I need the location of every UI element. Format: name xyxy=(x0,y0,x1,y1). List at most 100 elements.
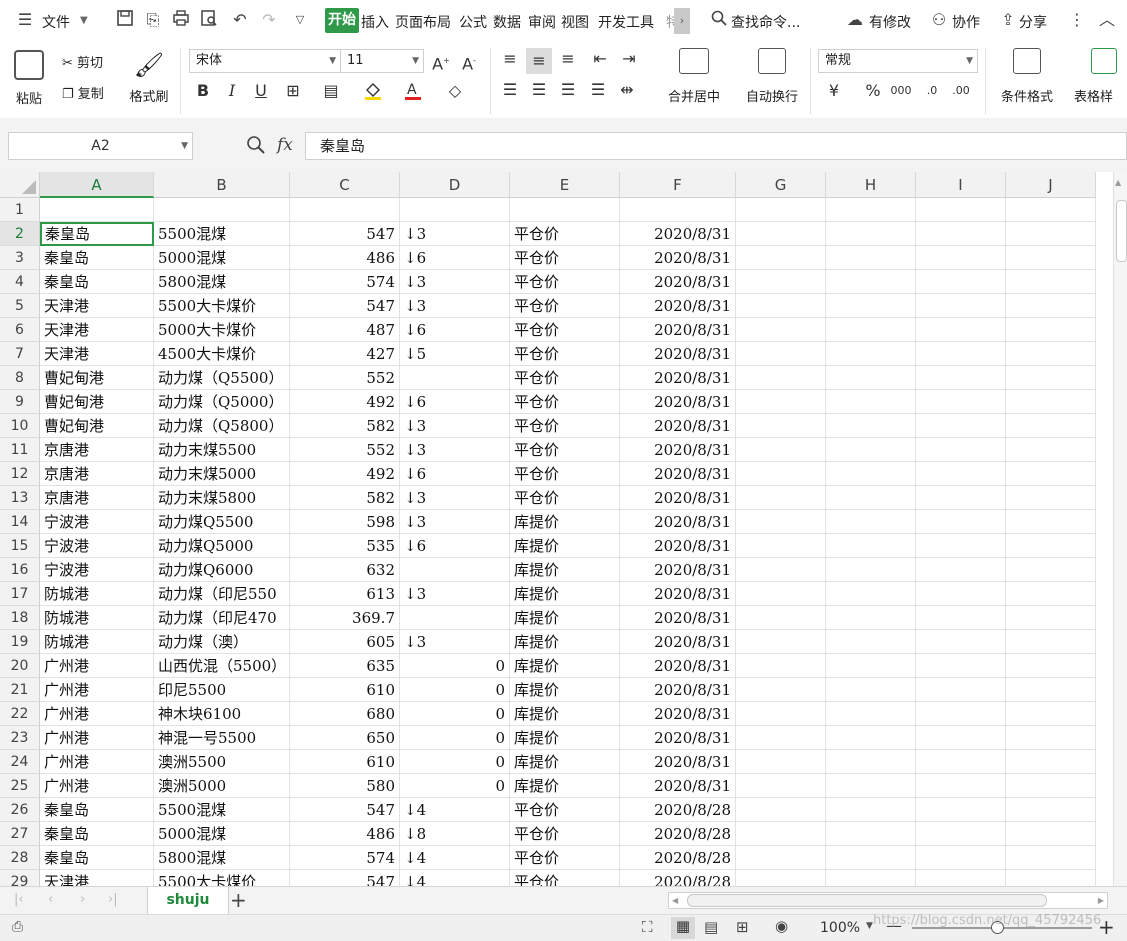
cell-d27[interactable]: ↓8 xyxy=(400,822,510,846)
cell-b29[interactable]: 5500大卡煤价 xyxy=(154,870,290,886)
cell-f8[interactable]: 2020/8/31 xyxy=(620,366,736,390)
cell-f20[interactable]: 2020/8/31 xyxy=(620,654,736,678)
cell-a16[interactable]: 宁波港 xyxy=(40,558,154,582)
cell-f3[interactable]: 2020/8/31 xyxy=(620,246,736,270)
cell-a4[interactable]: 秦皇岛 xyxy=(40,270,154,294)
scroll-left-icon[interactable]: ◀ xyxy=(672,893,678,908)
row-header-1[interactable]: 1 xyxy=(0,198,40,222)
cell-b1[interactable] xyxy=(154,198,290,222)
column-header-c[interactable]: C xyxy=(290,172,400,198)
cell-e27[interactable]: 平仓价 xyxy=(510,822,620,846)
cell-e13[interactable]: 平仓价 xyxy=(510,486,620,510)
cell-e9[interactable]: 平仓价 xyxy=(510,390,620,414)
cell-d21[interactable]: 0 xyxy=(400,678,510,702)
cell-d20[interactable]: 0 xyxy=(400,654,510,678)
cell-b23[interactable]: 神混一号5500 xyxy=(154,726,290,750)
cell-g8[interactable] xyxy=(736,366,826,390)
cell-i9[interactable] xyxy=(916,390,1006,414)
cell-i6[interactable] xyxy=(916,318,1006,342)
cell-e21[interactable]: 库提价 xyxy=(510,678,620,702)
cell-g11[interactable] xyxy=(736,438,826,462)
cell-e14[interactable]: 库提价 xyxy=(510,510,620,534)
cell-i4[interactable] xyxy=(916,270,1006,294)
cell-c1[interactable] xyxy=(290,198,400,222)
tab-formula[interactable]: 公式 xyxy=(459,12,487,32)
command-search[interactable]: 查找命令... xyxy=(731,12,800,32)
collaborate-button[interactable]: 协作 xyxy=(952,12,980,32)
cell-c24[interactable]: 610 xyxy=(290,750,400,774)
cell-c26[interactable]: 547 xyxy=(290,798,400,822)
increase-decimal-icon[interactable]: .0 xyxy=(921,80,943,102)
cell-g18[interactable] xyxy=(736,606,826,630)
cell-a26[interactable]: 秦皇岛 xyxy=(40,798,154,822)
cell-j2[interactable] xyxy=(1006,222,1096,246)
cell-a28[interactable]: 秦皇岛 xyxy=(40,846,154,870)
cell-d10[interactable]: ↓3 xyxy=(400,414,510,438)
cell-h3[interactable] xyxy=(826,246,916,270)
scroll-right-icon[interactable]: ▶ xyxy=(1098,893,1104,908)
row-header-19[interactable]: 19 xyxy=(0,630,40,654)
scroll-up-icon[interactable]: ▲ xyxy=(1115,178,1121,187)
column-header-e[interactable]: E xyxy=(510,172,620,198)
cell-f27[interactable]: 2020/8/28 xyxy=(620,822,736,846)
cell-d17[interactable]: ↓3 xyxy=(400,582,510,606)
cell-f16[interactable]: 2020/8/31 xyxy=(620,558,736,582)
increase-font-icon[interactable]: A+ xyxy=(430,50,452,73)
cell-c16[interactable]: 632 xyxy=(290,558,400,582)
cell-h9[interactable] xyxy=(826,390,916,414)
cell-a15[interactable]: 宁波港 xyxy=(40,534,154,558)
row-header-3[interactable]: 3 xyxy=(0,246,40,270)
tab-data[interactable]: 数据 xyxy=(493,12,521,32)
row-header-20[interactable]: 20 xyxy=(0,654,40,678)
cell-g20[interactable] xyxy=(736,654,826,678)
collaborate-icon[interactable]: ⚇ xyxy=(928,9,950,31)
cell-i20[interactable] xyxy=(916,654,1006,678)
cell-j1[interactable] xyxy=(1006,198,1096,222)
cell-g21[interactable] xyxy=(736,678,826,702)
cell-c21[interactable]: 610 xyxy=(290,678,400,702)
cell-e3[interactable]: 平仓价 xyxy=(510,246,620,270)
cell-i26[interactable] xyxy=(916,798,1006,822)
cell-j24[interactable] xyxy=(1006,750,1096,774)
cell-f29[interactable]: 2020/8/28 xyxy=(620,870,736,886)
column-header-f[interactable]: F xyxy=(620,172,736,198)
row-header-25[interactable]: 25 xyxy=(0,774,40,798)
zoom-out-icon[interactable]: — xyxy=(886,916,902,935)
cell-a21[interactable]: 广州港 xyxy=(40,678,154,702)
cell-b17[interactable]: 动力煤（印尼550 xyxy=(154,582,290,606)
cell-a18[interactable]: 防城港 xyxy=(40,606,154,630)
row-header-27[interactable]: 27 xyxy=(0,822,40,846)
row-header-12[interactable]: 12 xyxy=(0,462,40,486)
cell-a14[interactable]: 宁波港 xyxy=(40,510,154,534)
cell-h10[interactable] xyxy=(826,414,916,438)
cell-h5[interactable] xyxy=(826,294,916,318)
cell-j3[interactable] xyxy=(1006,246,1096,270)
row-header-7[interactable]: 7 xyxy=(0,342,40,366)
row-header-24[interactable]: 24 xyxy=(0,750,40,774)
align-bottom-icon[interactable]: ≡ xyxy=(557,48,579,70)
cell-d16[interactable] xyxy=(400,558,510,582)
cell-a10[interactable]: 曹妃甸港 xyxy=(40,414,154,438)
name-box[interactable]: A2 ▼ xyxy=(8,132,193,160)
cell-d3[interactable]: ↓6 xyxy=(400,246,510,270)
undo-icon[interactable]: ↶ xyxy=(229,9,251,31)
cell-h18[interactable] xyxy=(826,606,916,630)
print-preview-icon[interactable] xyxy=(198,9,220,31)
column-header-b[interactable]: B xyxy=(154,172,290,198)
eye-protection-icon[interactable]: ◉ xyxy=(775,917,788,935)
cell-i13[interactable] xyxy=(916,486,1006,510)
bold-icon[interactable]: B xyxy=(192,80,214,102)
cell-c18[interactable]: 369.7 xyxy=(290,606,400,630)
cell-j28[interactable] xyxy=(1006,846,1096,870)
cell-i16[interactable] xyxy=(916,558,1006,582)
cell-h8[interactable] xyxy=(826,366,916,390)
cell-i5[interactable] xyxy=(916,294,1006,318)
cell-h12[interactable] xyxy=(826,462,916,486)
tab-view[interactable]: 视图 xyxy=(561,12,589,32)
cell-j12[interactable] xyxy=(1006,462,1096,486)
cell-a27[interactable]: 秦皇岛 xyxy=(40,822,154,846)
cell-h29[interactable] xyxy=(826,870,916,886)
cell-g5[interactable] xyxy=(736,294,826,318)
cell-b10[interactable]: 动力煤（Q5800） xyxy=(154,414,290,438)
share-icon[interactable]: ⇪ xyxy=(997,9,1019,31)
